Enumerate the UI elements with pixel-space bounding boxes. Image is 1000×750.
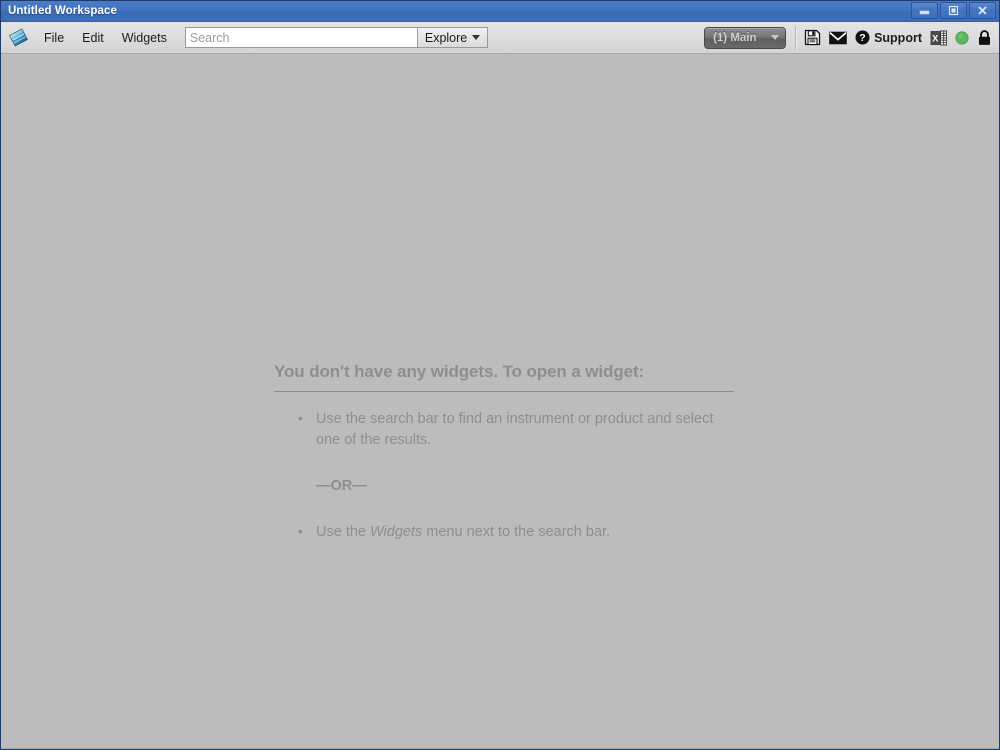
minimize-button[interactable]: [911, 2, 938, 19]
empty-state-message: You don't have any widgets. To open a wi…: [274, 362, 734, 543]
status-online-icon: [955, 30, 969, 45]
lock-button[interactable]: [977, 29, 992, 46]
empty-state-bullet2-prefix: Use the: [316, 524, 370, 540]
menu-edit[interactable]: Edit: [73, 27, 113, 49]
workspace-content-area: You don't have any widgets. To open a wi…: [1, 54, 999, 749]
lock-icon: [979, 29, 990, 45]
maximize-icon: [948, 5, 959, 16]
excel-export-button[interactable]: X: [930, 30, 947, 46]
search-input[interactable]: [184, 27, 417, 48]
empty-state-bullet2-suffix: menu next to the search bar.: [422, 524, 611, 540]
save-button[interactable]: [804, 29, 821, 46]
close-icon: [978, 6, 987, 15]
maximize-button[interactable]: [940, 2, 967, 19]
mail-button[interactable]: [829, 31, 847, 45]
workspace-selector[interactable]: (1) Main: [704, 26, 787, 49]
empty-state-or-separator: —OR—: [316, 478, 367, 494]
minimize-icon: [919, 10, 930, 15]
application-window: Untitled Workspace File Edit Widgets Sea…: [0, 0, 1000, 750]
window-title: Untitled Workspace: [8, 5, 117, 17]
search-group: Explore: [184, 27, 489, 48]
menu-file[interactable]: File: [35, 27, 73, 49]
toolbar-icon-strip: ? Support X: [804, 29, 995, 46]
chevron-down-icon: [472, 35, 481, 40]
title-bar: Untitled Workspace: [1, 1, 999, 22]
toolbar-divider: [795, 25, 798, 50]
empty-state-bullet-widgets-menu: Use the Widgets menu next to the search …: [274, 521, 734, 543]
empty-state-bullet-search: Use the search bar to find an instrument…: [274, 408, 734, 451]
save-icon: [804, 29, 821, 46]
explore-button[interactable]: Explore: [416, 27, 489, 48]
support-label: Support: [874, 30, 922, 45]
status-online-indicator[interactable]: [955, 30, 969, 45]
support-button[interactable]: ? Support: [855, 30, 922, 45]
empty-state-heading: You don't have any widgets. To open a wi…: [274, 362, 734, 392]
mail-icon: [829, 31, 847, 44]
excel-export-icon: X: [930, 30, 947, 45]
menu-widgets[interactable]: Widgets: [113, 27, 176, 49]
empty-state-instruction-list: Use the search bar to find an instrument…: [274, 408, 734, 543]
main-toolbar: File Edit Widgets Explore (1) Main: [1, 22, 999, 54]
close-button[interactable]: [969, 2, 996, 19]
svg-text:X: X: [932, 33, 938, 43]
window-controls: [911, 2, 996, 19]
app-diamond-logo-icon: [7, 27, 29, 49]
explore-label: Explore: [424, 30, 468, 45]
chevron-down-icon: [771, 35, 780, 40]
help-question-icon: ?: [855, 30, 870, 45]
empty-state-bullet2-emphasis: Widgets: [370, 524, 423, 540]
svg-text:?: ?: [859, 32, 865, 44]
workspace-selector-label: (1) Main: [713, 31, 757, 44]
